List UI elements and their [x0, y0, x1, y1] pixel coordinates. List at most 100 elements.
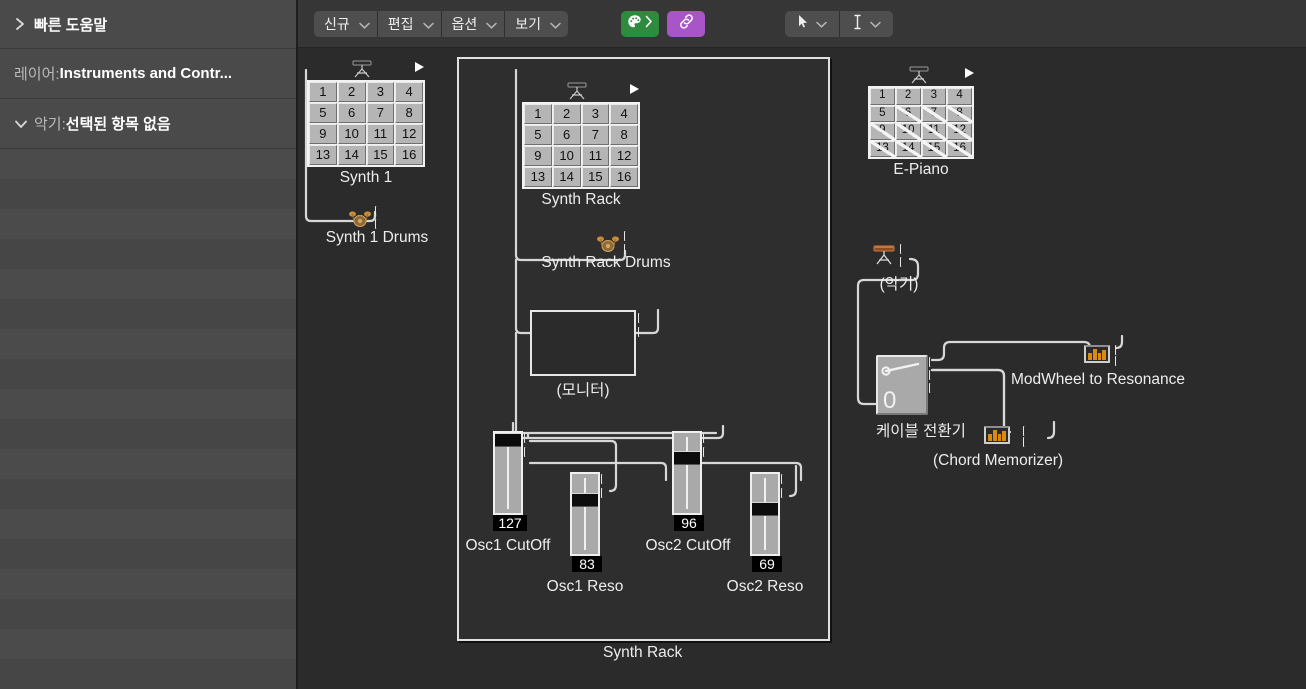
grid-cell[interactable]: 5 — [870, 105, 895, 122]
menu-option[interactable]: 옵션 — [440, 11, 505, 37]
output-port-icon[interactable] — [375, 206, 384, 216]
osc2-cutoff-fader[interactable] — [672, 431, 712, 515]
grid-cell[interactable]: 1 — [309, 82, 337, 102]
grid-cell[interactable]: 10 — [337, 124, 366, 144]
node-cable-switcher[interactable]: 0 케이블 전환기 — [876, 355, 966, 441]
node-instrument-generic[interactable]: (악기) — [864, 242, 934, 294]
colors-button[interactable] — [621, 11, 659, 37]
grid-cell-disabled[interactable]: 11 — [921, 123, 947, 140]
grid-cell[interactable]: 6 — [337, 103, 366, 123]
sidebar-item-layer[interactable]: 레이어: Instruments and Contr... — [0, 49, 296, 99]
sidebar-item-quick-help[interactable]: 빠른 도움말 — [0, 0, 296, 49]
grid-cell[interactable]: 7 — [581, 125, 610, 145]
grid-cell[interactable]: 2 — [552, 104, 581, 124]
node-synth-rack[interactable]: 1 2 3 4 5 6 7 8 9 10 11 12 13 14 15 16 S… — [522, 80, 640, 209]
grid-cell-disabled[interactable]: 6 — [895, 105, 921, 122]
grid-cell[interactable]: 5 — [309, 103, 337, 123]
grid-cell[interactable]: 4 — [610, 104, 638, 124]
synth-rack-cell-grid[interactable]: 1 2 3 4 5 6 7 8 9 10 11 12 13 14 15 16 — [522, 102, 640, 189]
grid-cell[interactable]: 2 — [895, 88, 921, 105]
output-port-icon[interactable] — [929, 370, 938, 380]
grid-cell[interactable]: 16 — [395, 145, 423, 165]
grid-cell[interactable]: 11 — [581, 146, 610, 166]
node-osc1-cutoff[interactable]: 127 Osc1 CutOff — [466, 431, 551, 554]
grid-cell[interactable]: 11 — [366, 124, 395, 144]
grid-cell[interactable]: 16 — [610, 167, 638, 187]
node-chord-memorizer[interactable]: (Chord Memorizer) — [933, 426, 1063, 469]
grid-cell[interactable]: 5 — [524, 125, 552, 145]
environment-canvas[interactable]: Synth Rack 1 2 3 4 5 6 7 8 9 10 11 12 13… — [298, 48, 1306, 689]
output-port-icon[interactable] — [624, 244, 633, 254]
output-port-icon[interactable] — [929, 383, 938, 393]
grid-cell[interactable]: 13 — [524, 167, 552, 187]
fader-handle[interactable] — [572, 493, 598, 507]
fader-handle[interactable] — [495, 433, 521, 447]
node-e-piano[interactable]: 1 2 3 4 5 6 7 8 9 10 11 12 13 14 15 16 E… — [868, 64, 974, 179]
sidebar-item-instrument[interactable]: 악기: 선택된 항목 없음 — [0, 99, 296, 149]
cable-switcher-control[interactable]: 0 — [876, 355, 928, 415]
grid-cell-disabled[interactable]: 7 — [921, 105, 947, 122]
grid-cell-disabled[interactable]: 14 — [895, 140, 921, 157]
grid-cell[interactable]: 12 — [610, 146, 638, 166]
grid-cell[interactable]: 7 — [366, 103, 395, 123]
output-port-icon[interactable] — [1115, 345, 1124, 355]
node-monitor[interactable]: (모니터) — [530, 310, 647, 400]
grid-cell-disabled[interactable]: 9 — [870, 123, 895, 140]
text-tool-button[interactable] — [839, 11, 893, 37]
grid-cell-disabled[interactable]: 13 — [870, 140, 895, 157]
node-osc1-reso[interactable]: 83 Osc1 Reso — [547, 472, 623, 595]
grid-cell[interactable]: 15 — [581, 167, 610, 187]
link-button[interactable] — [667, 11, 705, 37]
grid-cell[interactable]: 8 — [610, 125, 638, 145]
synth1-cell-grid[interactable]: 1 2 3 4 5 6 7 8 9 10 11 12 13 14 15 16 — [307, 80, 425, 167]
node-modwheel-to-resonance[interactable]: ModWheel to Resonance — [1011, 345, 1185, 388]
node-synth1-drums[interactable]: Synth 1 Drums — [312, 203, 442, 247]
output-port-icon[interactable] — [1115, 356, 1124, 366]
grid-cell-disabled[interactable]: 10 — [895, 123, 921, 140]
monitor-display[interactable] — [530, 310, 636, 376]
output-port-icon[interactable] — [929, 357, 938, 367]
output-port-icon[interactable] — [624, 231, 633, 241]
grid-cell[interactable]: 1 — [870, 88, 895, 105]
output-port-icon[interactable] — [1023, 426, 1032, 436]
output-port-icon[interactable] — [375, 219, 384, 229]
node-synth1[interactable]: 1 2 3 4 5 6 7 8 9 10 11 12 13 14 15 16 S… — [307, 58, 425, 187]
grid-cell[interactable]: 12 — [395, 124, 423, 144]
output-port-icon[interactable] — [900, 257, 909, 267]
grid-cell[interactable]: 14 — [552, 167, 581, 187]
chevron-down-icon[interactable] — [14, 118, 34, 130]
grid-cell[interactable]: 13 — [309, 145, 337, 165]
osc1-cutoff-fader[interactable] — [493, 431, 533, 515]
grid-cell[interactable]: 3 — [921, 88, 947, 105]
grid-cell-disabled[interactable]: 12 — [947, 123, 972, 140]
menu-new[interactable]: 신규 — [314, 11, 377, 37]
grid-cell[interactable]: 9 — [524, 146, 552, 166]
grid-cell[interactable]: 4 — [395, 82, 423, 102]
grid-cell[interactable]: 1 — [524, 104, 552, 124]
grid-cell[interactable]: 9 — [309, 124, 337, 144]
menu-edit[interactable]: 편집 — [376, 11, 441, 37]
grid-cell[interactable]: 15 — [366, 145, 395, 165]
grid-cell-disabled[interactable]: 8 — [947, 105, 972, 122]
output-port-icon[interactable] — [1023, 437, 1032, 447]
menu-view[interactable]: 보기 — [504, 11, 569, 37]
grid-cell[interactable]: 3 — [581, 104, 610, 124]
osc2-reso-fader[interactable] — [750, 472, 790, 556]
osc1-reso-fader[interactable] — [570, 472, 610, 556]
node-osc2-reso[interactable]: 69 Osc2 Reso — [727, 472, 803, 595]
grid-cell[interactable]: 8 — [395, 103, 423, 123]
grid-cell[interactable]: 3 — [366, 82, 395, 102]
output-port-icon[interactable] — [900, 244, 909, 254]
grid-cell[interactable]: 4 — [947, 88, 972, 105]
pointer-tool-button[interactable] — [785, 11, 839, 37]
grid-cell[interactable]: 10 — [552, 146, 581, 166]
e-piano-cell-grid[interactable]: 1 2 3 4 5 6 7 8 9 10 11 12 13 14 15 16 — [868, 86, 974, 159]
fader-handle[interactable] — [674, 451, 700, 465]
grid-cell[interactable]: 6 — [552, 125, 581, 145]
grid-cell-disabled[interactable]: 15 — [921, 140, 947, 157]
node-synth-rack-drums[interactable]: Synth Rack Drums — [526, 228, 686, 272]
grid-cell[interactable]: 2 — [337, 82, 366, 102]
chevron-right-icon[interactable] — [14, 17, 34, 31]
grid-cell[interactable]: 14 — [337, 145, 366, 165]
node-osc2-cutoff[interactable]: 96 Osc2 CutOff — [646, 431, 731, 554]
